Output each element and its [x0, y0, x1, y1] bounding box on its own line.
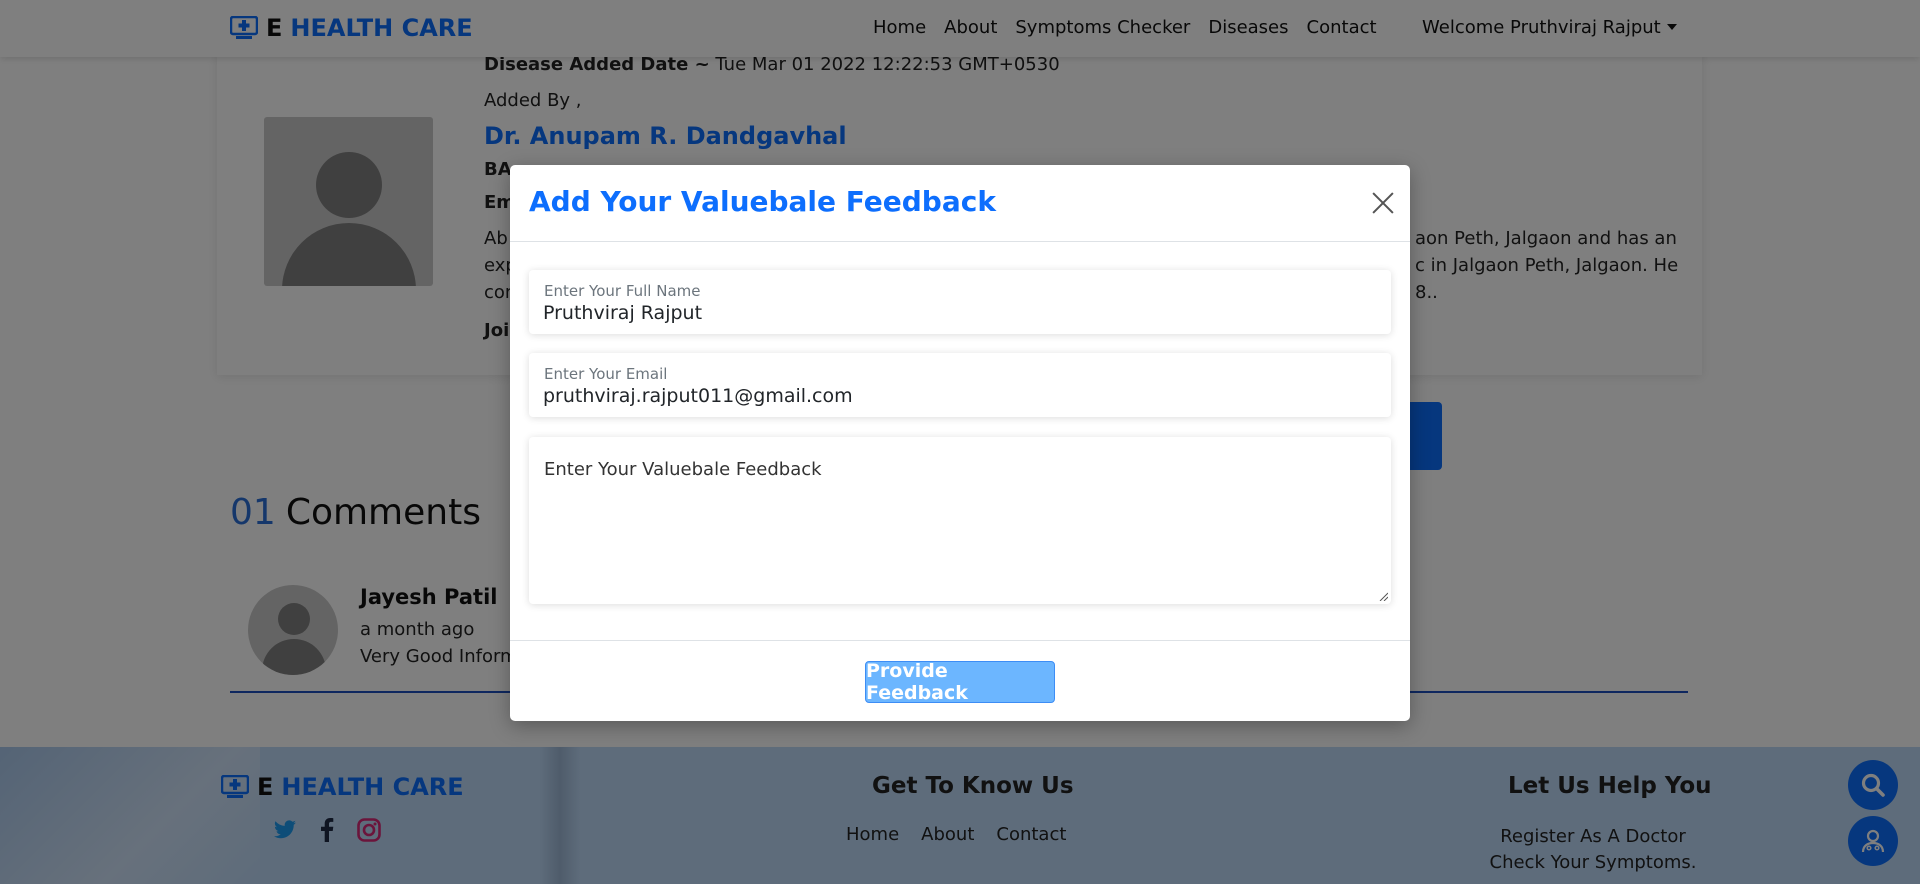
close-icon[interactable]	[1370, 191, 1396, 217]
resize-handle-icon[interactable]	[1378, 591, 1388, 601]
full-name-input[interactable]	[543, 302, 1373, 324]
feedback-modal: Add Your Valuebale Feedback Enter Your F…	[510, 165, 1410, 721]
feedback-field[interactable]	[529, 437, 1391, 604]
feedback-textarea[interactable]	[529, 437, 1391, 604]
full-name-field[interactable]: Enter Your Full Name	[529, 270, 1391, 334]
modal-header: Add Your Valuebale Feedback	[510, 165, 1410, 242]
modal-footer-divider	[510, 640, 1410, 641]
full-name-label: Enter Your Full Name	[544, 282, 701, 300]
email-input[interactable]	[543, 385, 1373, 407]
email-label: Enter Your Email	[544, 365, 668, 383]
modal-title: Add Your Valuebale Feedback	[529, 185, 996, 218]
provide-feedback-button[interactable]: Provide Feedback	[865, 660, 1055, 704]
email-field[interactable]: Enter Your Email	[529, 353, 1391, 417]
